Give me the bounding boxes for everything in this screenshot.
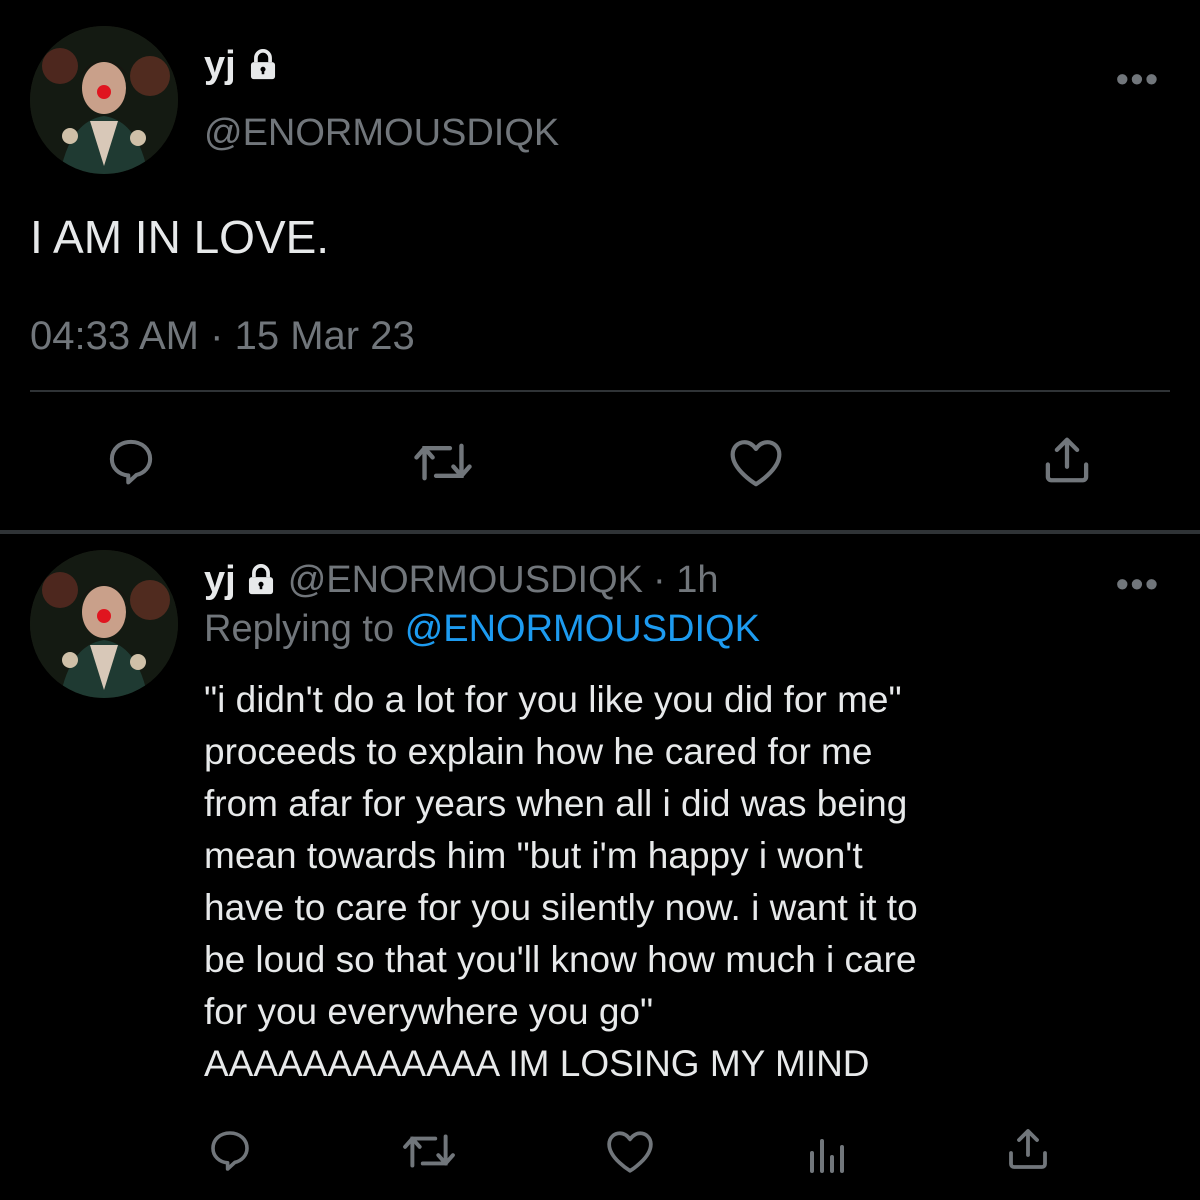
divider [30, 390, 1170, 392]
analytics-icon[interactable] [806, 1128, 850, 1174]
reply-author-handle[interactable]: @ENORMOUSDIQK [288, 559, 643, 602]
tweet-text: I AM IN LOVE. [30, 211, 330, 263]
author-name[interactable]: yj [204, 44, 236, 87]
lock-icon [244, 563, 278, 597]
reply-author-row: yj @ENORMOUSDIQK · 1h [204, 555, 718, 605]
reply-icon[interactable] [206, 1126, 254, 1174]
tweet-date[interactable]: 15 Mar 23 [235, 314, 415, 358]
lock-icon [246, 48, 280, 82]
like-icon[interactable] [728, 436, 784, 488]
reply-icon[interactable] [104, 434, 158, 488]
tweet-time[interactable]: 04:33 AM [30, 314, 199, 358]
reply-text: "i didn't do a lot for you like you did … [204, 679, 918, 1084]
replying-to: Replying to @ENORMOUSDIQK [204, 608, 760, 651]
share-icon[interactable] [1040, 432, 1094, 488]
author-row: yj [204, 40, 280, 90]
replying-to-link[interactable]: @ENORMOUSDIQK [405, 608, 760, 650]
reply-avatar[interactable] [30, 550, 178, 698]
like-icon[interactable] [605, 1128, 655, 1174]
more-options-button[interactable]: ••• [1116, 58, 1160, 100]
author-handle[interactable]: @ENORMOUSDIQK [204, 112, 559, 155]
share-icon[interactable] [1004, 1124, 1052, 1174]
retweet-icon[interactable] [413, 436, 473, 488]
section-divider [0, 530, 1200, 534]
reply-more-options-button[interactable]: ••• [1116, 563, 1160, 605]
tweet-timestamp: 04:33 AM · 15 Mar 23 [30, 314, 415, 359]
reply-age: · 1h [652, 558, 719, 601]
timestamp-separator: · [210, 314, 224, 358]
retweet-icon[interactable] [402, 1128, 456, 1174]
avatar[interactable] [30, 26, 178, 174]
replying-to-label: Replying to [204, 608, 395, 650]
reply-author-name[interactable]: yj [204, 559, 236, 602]
